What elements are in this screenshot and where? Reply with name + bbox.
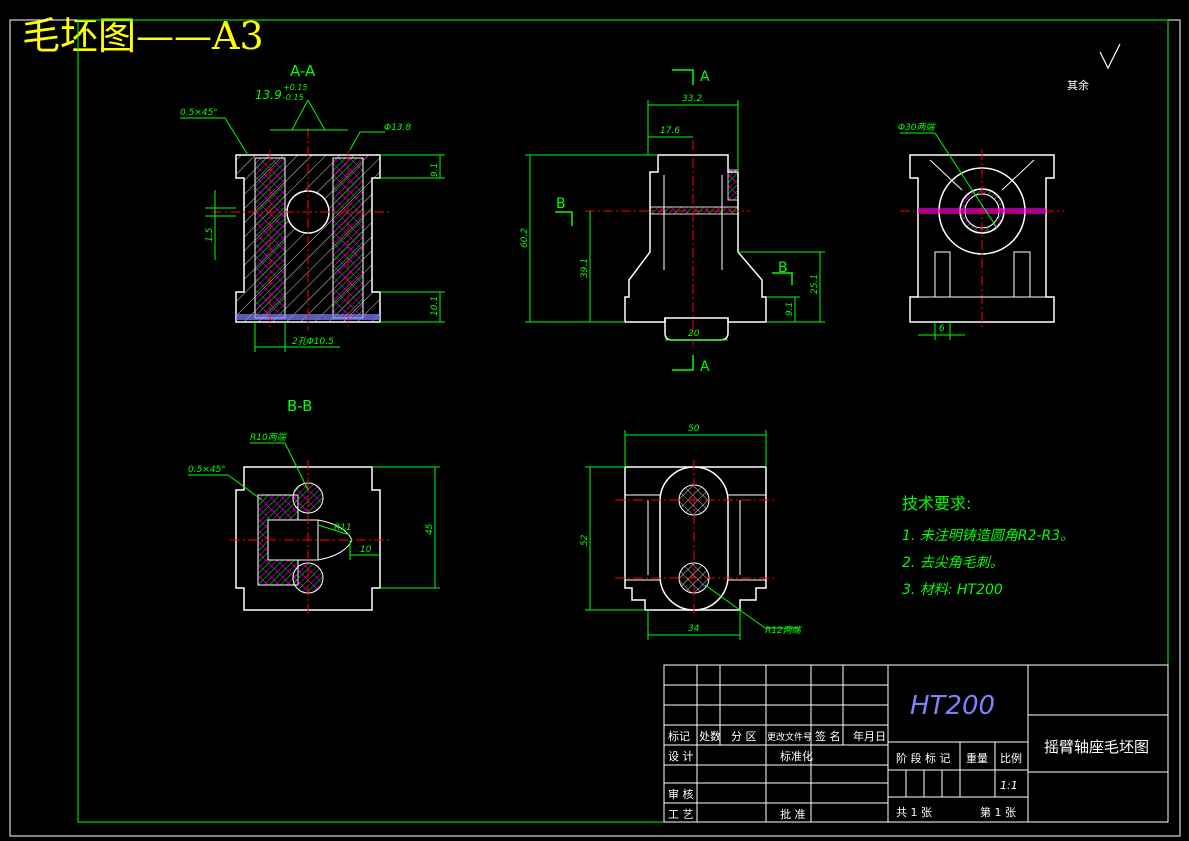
side-bore-note: Φ30两端 [898, 122, 937, 133]
front-dim-foot: 9.1 [785, 302, 795, 316]
sheet-border [9, 19, 1181, 837]
front-dim-height: 60.2 [520, 228, 530, 248]
aa-tol-lower: -0.15 [283, 93, 304, 102]
bb-radius-inner: R11 [334, 523, 352, 533]
aa-hole-dia: Φ13.8 [384, 123, 411, 133]
header-cell: 年月日 [853, 729, 886, 743]
header-cell: 签 名 [815, 729, 841, 743]
front-cut-a-top: A [700, 69, 710, 85]
front-dim-base: 20 [688, 329, 700, 339]
section-bb-title: B-B [287, 397, 312, 415]
drawing-frame [77, 19, 1169, 823]
aa-chamfer: 0.5×45° [180, 108, 218, 118]
sheet-number: 第 1 张 [980, 805, 1016, 819]
header-cell: 处数 [699, 730, 721, 743]
title-block-text: HT200 摇臂轴座毛坯图 标记 处数 分 区 更改文件号 签 名 年月日 设 … [668, 691, 1149, 821]
bb-dim-depth: 10 [360, 545, 372, 555]
top-dim-width: 50 [688, 424, 700, 434]
section-view-aa: A-A 13.9 +0.15 -0.15 0.5×45° Φ13.8 9.1 1… [180, 62, 445, 352]
front-dim-mid-height: 39.1 [580, 258, 590, 278]
front-dim-right-height: 25.1 [810, 274, 820, 294]
roughness-label: 其余 [1067, 78, 1089, 92]
front-view: A A B B 33.2 17.6 60.2 39.1 25.1 9.1 20 [520, 69, 825, 375]
bb-radius-note: R10两端 [250, 432, 288, 443]
side-view: Φ30两端 6 [898, 122, 1064, 340]
top-view: 50 52 34 R12两端 [580, 424, 803, 640]
requirement-item: 1. 未注明铸造圆角R2-R3。 [902, 528, 1074, 544]
front-cut-a-bottom: A [700, 359, 710, 375]
surface-roughness-symbol: 其余 [1067, 43, 1121, 92]
aa-dim-bottom: 2孔Φ10.5 [292, 336, 334, 347]
title-material: HT200 [910, 691, 995, 721]
section-view-bb: B-B R10两端 0.5×45° R11 10 45 [188, 397, 440, 615]
scale-value: 1:1 [1000, 779, 1018, 792]
weight-label: 重量 [966, 751, 988, 765]
aa-tol-dim: 13.9 [255, 88, 282, 102]
top-dim-centers: 34 [688, 624, 700, 634]
requirement-item: 2. 去尖角毛刺。 [902, 555, 1004, 571]
aa-dim-bottom-right: 10.1 [430, 296, 440, 316]
scale-label: 比例 [1000, 751, 1022, 765]
front-cut-b-left: B [556, 196, 566, 212]
bb-chamfer: 0.5×45° [188, 465, 226, 475]
front-dim-width: 33.2 [682, 94, 702, 104]
front-dim-offset: 17.6 [660, 126, 680, 136]
standardize-label: 标准化 [780, 749, 813, 763]
approve-label: 批 准 [780, 807, 806, 821]
engineering-drawing: A-A 13.9 +0.15 -0.15 0.5×45° Φ13.8 9.1 1… [9, 19, 1181, 837]
requirements-title: 技术要求: [902, 494, 971, 513]
top-radius-note: R12两端 [765, 625, 803, 636]
process-label: 工 艺 [668, 808, 694, 821]
design-label: 设 计 [668, 750, 694, 763]
side-dim-slot: 6 [939, 324, 945, 334]
front-cut-b-right: B [778, 260, 788, 276]
title-part-name: 摇臂轴座毛坯图 [1044, 738, 1149, 756]
header-cell: 更改文件号 [767, 731, 812, 743]
header-cell: 标记 [668, 729, 690, 743]
aa-dim-top-right: 9.1 [430, 163, 440, 177]
header-cell: 分 区 [731, 730, 757, 743]
stage-mark-label: 阶 段 标 记 [896, 751, 951, 765]
aa-dim-left: 1.5 [205, 227, 215, 242]
bb-dim-height: 45 [425, 523, 435, 535]
technical-requirements: 技术要求: 1. 未注明铸造圆角R2-R3。 2. 去尖角毛刺。 3. 材料: … [902, 494, 1074, 598]
aa-tol-upper: +0.15 [283, 83, 308, 92]
total-sheets: 共 1 张 [896, 806, 932, 819]
section-aa-title: A-A [290, 62, 316, 80]
requirement-item: 3. 材料: HT200 [902, 582, 1003, 598]
top-dim-height: 52 [580, 534, 590, 546]
review-label: 审 核 [668, 787, 694, 801]
